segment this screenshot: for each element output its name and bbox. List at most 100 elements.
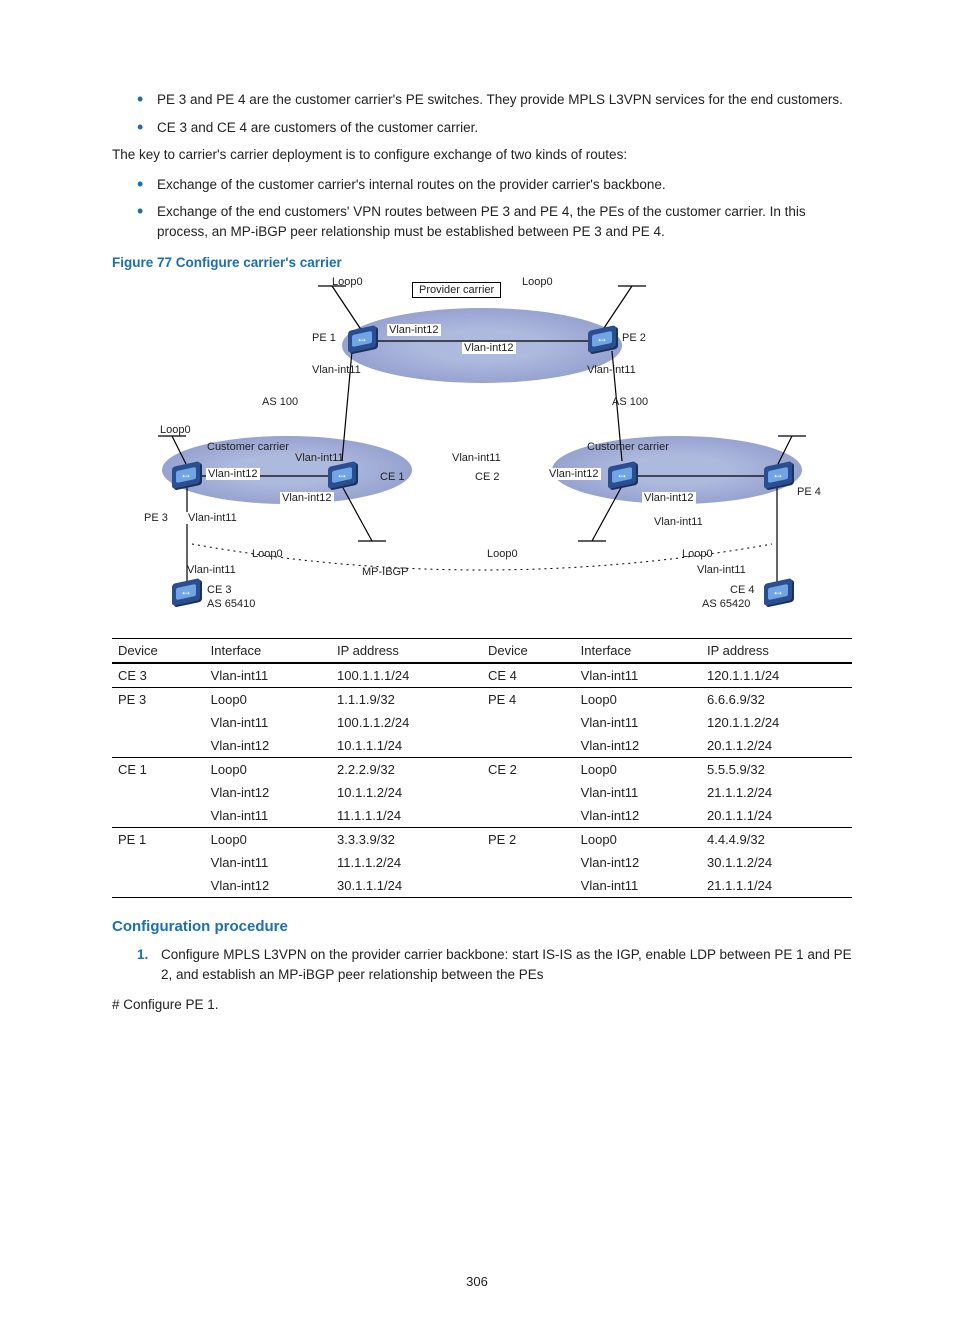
ce3-label: CE 3 xyxy=(207,584,231,596)
table-row: Vlan-int1230.1.1.1/24 Vlan-int1121.1.1.1/… xyxy=(112,874,852,898)
table-cell: 30.1.1.2/24 xyxy=(701,851,852,874)
page-number: 306 xyxy=(92,1274,862,1289)
as100-label: AS 100 xyxy=(262,396,298,408)
table-cell: 120.1.1.1/24 xyxy=(701,663,852,688)
table-cell: Vlan-int11 xyxy=(205,711,331,734)
as100-label: AS 100 xyxy=(612,396,648,408)
customer-carrier-label: Customer carrier xyxy=(587,441,669,453)
table-cell: Vlan-int12 xyxy=(205,874,331,898)
as65410-label: AS 65410 xyxy=(207,598,255,610)
step-1: Configure MPLS L3VPN on the provider car… xyxy=(137,945,852,984)
steps-list: Configure MPLS L3VPN on the provider car… xyxy=(112,945,852,984)
table-cell: Vlan-int11 xyxy=(205,851,331,874)
table-cell xyxy=(482,804,575,828)
ce4-label: CE 4 xyxy=(730,584,754,596)
th-ip: IP address xyxy=(331,639,482,664)
table-row: Vlan-int1210.1.1.1/24Vlan-int1220.1.1.2/… xyxy=(112,734,852,758)
table-cell xyxy=(112,851,205,874)
table-cell xyxy=(112,781,205,804)
mp-ibgp-label: MP-IBGP xyxy=(362,566,408,578)
network-diagram: Loop0 Loop0 Provider carrier PE 1 PE 2 V… xyxy=(132,276,832,626)
vlan11-label: Vlan-int11 xyxy=(312,364,361,376)
table-cell: PE 1 xyxy=(112,828,205,852)
as65420-label: AS 65420 xyxy=(702,598,750,610)
table-row: Vlan-int11100.1.1.2/24Vlan-int11120.1.1.… xyxy=(112,711,852,734)
pe1-label: PE 1 xyxy=(312,332,336,344)
table-header-row: Device Interface IP address Device Inter… xyxy=(112,639,852,664)
table-cell: Loop0 xyxy=(205,828,331,852)
table-cell: Vlan-int11 xyxy=(575,874,701,898)
pe4-label: PE 4 xyxy=(797,486,821,498)
bullet-item: PE 3 and PE 4 are the customer carrier's… xyxy=(137,90,852,110)
ce1-label: CE 1 xyxy=(380,471,404,483)
loop0-label: Loop0 xyxy=(160,424,191,436)
table-cell: Vlan-int12 xyxy=(205,734,331,758)
section-heading: Configuration procedure xyxy=(112,918,852,935)
table-cell: 30.1.1.1/24 xyxy=(331,874,482,898)
table-cell: Loop0 xyxy=(575,828,701,852)
table-cell: Vlan-int12 xyxy=(205,781,331,804)
table-cell xyxy=(482,851,575,874)
vlan11-label: Vlan-int11 xyxy=(295,452,344,464)
table-cell: Vlan-int12 xyxy=(575,804,701,828)
table-row: CE 3Vlan-int11100.1.1.1/24CE 4Vlan-int11… xyxy=(112,663,852,688)
table-cell: CE 4 xyxy=(482,663,575,688)
vlan12-label: Vlan-int12 xyxy=(280,492,334,504)
table-cell: Loop0 xyxy=(205,688,331,712)
table-cell: 4.4.4.9/32 xyxy=(701,828,852,852)
table-cell: 6.6.6.9/32 xyxy=(701,688,852,712)
table-cell: CE 2 xyxy=(482,758,575,782)
customer-carrier-label: Customer carrier xyxy=(207,441,289,453)
table-cell: 20.1.1.2/24 xyxy=(701,734,852,758)
vlan12-label: Vlan-int12 xyxy=(387,324,441,336)
vlan11-label: Vlan-int11 xyxy=(587,364,636,376)
table-cell: PE 2 xyxy=(482,828,575,852)
table-cell: Loop0 xyxy=(575,688,701,712)
table-cell xyxy=(482,711,575,734)
table-cell: 2.2.2.9/32 xyxy=(331,758,482,782)
table-cell: PE 3 xyxy=(112,688,205,712)
table-cell: Vlan-int11 xyxy=(575,711,701,734)
table-cell: 21.1.1.2/24 xyxy=(701,781,852,804)
vlan12-label: Vlan-int12 xyxy=(206,468,260,480)
table-cell xyxy=(112,874,205,898)
bullet-item: Exchange of the customer carrier's inter… xyxy=(137,175,852,195)
vlan11-label: Vlan-int11 xyxy=(652,516,705,528)
table-cell: 10.1.1.1/24 xyxy=(331,734,482,758)
loop0-label: Loop0 xyxy=(252,548,283,560)
loop0-label: Loop0 xyxy=(522,276,553,288)
table-cell: Vlan-int12 xyxy=(575,851,701,874)
table-cell xyxy=(112,804,205,828)
table-cell: 21.1.1.1/24 xyxy=(701,874,852,898)
table-cell: CE 1 xyxy=(112,758,205,782)
table-cell: 120.1.1.2/24 xyxy=(701,711,852,734)
table-cell: PE 4 xyxy=(482,688,575,712)
pe2-label: PE 2 xyxy=(622,332,646,344)
bullet-item: CE 3 and CE 4 are customers of the custo… xyxy=(137,118,852,138)
table-cell: Vlan-int12 xyxy=(575,734,701,758)
table-cell: 11.1.1.1/24 xyxy=(331,804,482,828)
figure-caption: Figure 77 Configure carrier's carrier xyxy=(112,255,852,270)
table-cell: Vlan-int11 xyxy=(575,663,701,688)
bullets-routes: Exchange of the customer carrier's inter… xyxy=(112,175,852,242)
vlan11-label: Vlan-int11 xyxy=(452,452,501,464)
address-table: Device Interface IP address Device Inter… xyxy=(112,638,852,898)
table-row: Vlan-int1111.1.1.1/24 Vlan-int1220.1.1.1/… xyxy=(112,804,852,828)
loop0-label: Loop0 xyxy=(487,548,518,560)
table-row: PE 1Loop03.3.3.9/32PE 2Loop04.4.4.9/32 xyxy=(112,828,852,852)
vlan11-label: Vlan-int11 xyxy=(186,512,239,524)
table-cell: Vlan-int11 xyxy=(575,781,701,804)
table-cell: 1.1.1.9/32 xyxy=(331,688,482,712)
vlan12-label: Vlan-int12 xyxy=(547,468,601,480)
vlan11-label: Vlan-int11 xyxy=(697,564,746,576)
table-cell: 20.1.1.1/24 xyxy=(701,804,852,828)
th-device: Device xyxy=(112,639,205,664)
table-cell: 11.1.1.2/24 xyxy=(331,851,482,874)
table-cell: 10.1.1.2/24 xyxy=(331,781,482,804)
table-cell xyxy=(482,781,575,804)
table-cell: 100.1.1.2/24 xyxy=(331,711,482,734)
table-cell: Vlan-int11 xyxy=(205,804,331,828)
table-cell: CE 3 xyxy=(112,663,205,688)
para-key: The key to carrier's carrier deployment … xyxy=(112,145,852,165)
table-row: Vlan-int1111.1.1.2/24 Vlan-int1230.1.1.2/… xyxy=(112,851,852,874)
